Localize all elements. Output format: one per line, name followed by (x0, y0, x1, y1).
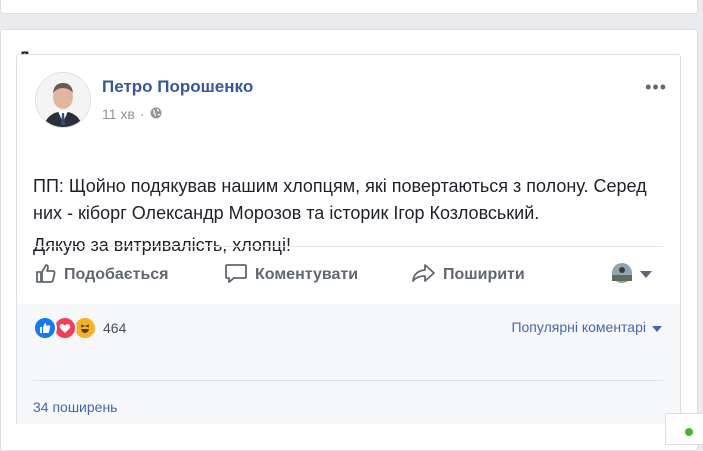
post-meta: 11 хв · (102, 106, 162, 122)
post-text: ПП: Щойно подякував нашим хлопцям, які п… (33, 176, 647, 223)
post-time[interactable]: 11 хв (102, 106, 135, 122)
share-button[interactable]: Поширити (410, 247, 525, 303)
share-label: Поширити (443, 266, 525, 283)
share-as-selector[interactable] (611, 247, 652, 303)
more-options-icon[interactable]: ••• (645, 77, 667, 98)
like-button[interactable]: Подобається (35, 247, 169, 303)
shares-count-link[interactable]: 34 поширень (33, 399, 117, 415)
footer-divider (33, 380, 663, 381)
popular-comments-label: Популярні коментарі (511, 319, 646, 335)
comment-label: Коментувати (255, 266, 359, 283)
like-label: Подобається (64, 266, 169, 283)
previous-card (0, 0, 698, 14)
like-reaction-icon (33, 316, 57, 340)
thumbs-up-icon (35, 262, 57, 289)
post-card: Петро Порошенко 11 хв · ••• ПП: Щойно по… (16, 54, 681, 306)
globe-icon[interactable] (150, 106, 162, 122)
popular-comments-dropdown[interactable]: Популярні коментарі (511, 319, 662, 335)
reaction-count: 464 (103, 320, 127, 336)
author-name-link[interactable]: Петро Порошенко (102, 77, 253, 97)
profile-thumbnail (611, 262, 633, 289)
reactions-summary[interactable]: 464 (33, 316, 126, 340)
online-status-icon (685, 428, 693, 436)
share-arrow-icon (410, 262, 436, 289)
comment-icon (224, 262, 248, 289)
chevron-down-icon (640, 266, 652, 284)
meta-separator: · (139, 106, 145, 122)
post-actions: Подобається Коментувати Поширити (33, 246, 663, 303)
comment-button[interactable]: Коментувати (224, 247, 358, 303)
post-footer: 464 Популярні коментарі 34 поширень (16, 304, 681, 424)
chevron-down-icon (652, 319, 662, 335)
author-avatar[interactable] (35, 72, 91, 128)
chat-tab[interactable] (665, 413, 703, 445)
